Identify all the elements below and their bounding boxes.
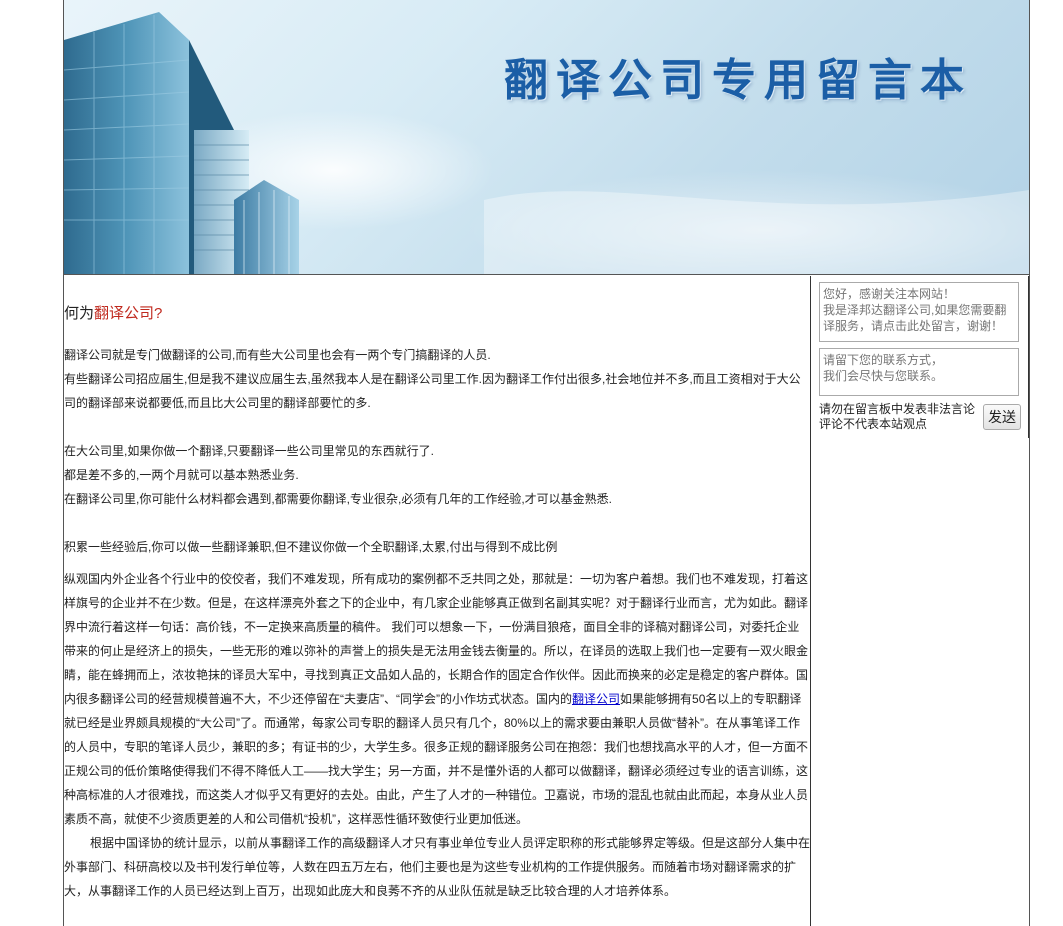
banner-title: 翻译公司专用留言本 xyxy=(504,55,972,106)
heading-accent: 翻译公司? xyxy=(94,305,163,322)
contact-textarea[interactable] xyxy=(819,348,1019,396)
guestbook-panel: 请勿在留言板中发表非法言论评论不代表本站观点 发送 xyxy=(813,276,1029,438)
article-heading: 何为翻译公司? xyxy=(64,302,810,323)
posting-notice: 请勿在留言板中发表非法言论评论不代表本站观点 xyxy=(819,402,976,431)
article-content: 何为翻译公司? 翻译公司就是专门做翻译的公司,而有些大公司里也会有一两个专门搞翻… xyxy=(64,276,811,926)
article-paragraph: 积累一些经验后,你可以做一些翻译兼职,但不建议你做一个全职翻译,太累,付出与得到… xyxy=(64,540,558,554)
article-paragraph: 根据中国译协的统计显示，以前从事翻译工作的高级翻译人才只有事业单位专业人员评定职… xyxy=(64,836,811,898)
skyscraper-illustration xyxy=(64,12,1029,274)
paragraph-text: 如果能够拥有50名以上的专职翻译就已经是业界颇具规模的“大公司”了。而通常，每家… xyxy=(64,692,809,826)
article-paragraph: 纵观国内外企业各个行业中的佼佼者，我们不难发现，所有成功的案例都不乏共同之处，那… xyxy=(64,567,810,831)
message-textarea[interactable] xyxy=(819,282,1019,342)
header-banner: 翻译公司专用留言本 xyxy=(64,0,1029,275)
article-paragraph: 都是差不多的,一两个月就可以基本熟悉业务. xyxy=(64,468,299,482)
page-frame: 翻译公司专用留言本 何为翻译公司? 翻译公司就是专门做翻译的公司,而有些大公司里… xyxy=(63,0,1030,926)
article-paragraph: 在大公司里,如果你做一个翻译,只要翻译一些公司里常见的东西就行了. xyxy=(64,444,435,458)
article-paragraph: 有些翻译公司招应届生,但是我不建议应届生去,虽然我本人是在翻译公司里工作.因为翻… xyxy=(64,372,801,410)
article-paragraph: 翻译公司就是专门做翻译的公司,而有些大公司里也会有一两个专门搞翻译的人员. xyxy=(64,348,491,362)
article-paragraph: 在翻译公司里,你可能什么材料都会遇到,都需要你翻译,专业很杂,必须有几年的工作经… xyxy=(64,492,613,506)
paragraph-text: 纵观国内外企业各个行业中的佼佼者，我们不难发现，所有成功的案例都不乏共同之处，那… xyxy=(64,572,809,706)
heading-prefix: 何为 xyxy=(64,305,95,322)
translation-company-link[interactable]: 翻译公司 xyxy=(572,692,620,706)
send-button[interactable]: 发送 xyxy=(983,404,1021,430)
